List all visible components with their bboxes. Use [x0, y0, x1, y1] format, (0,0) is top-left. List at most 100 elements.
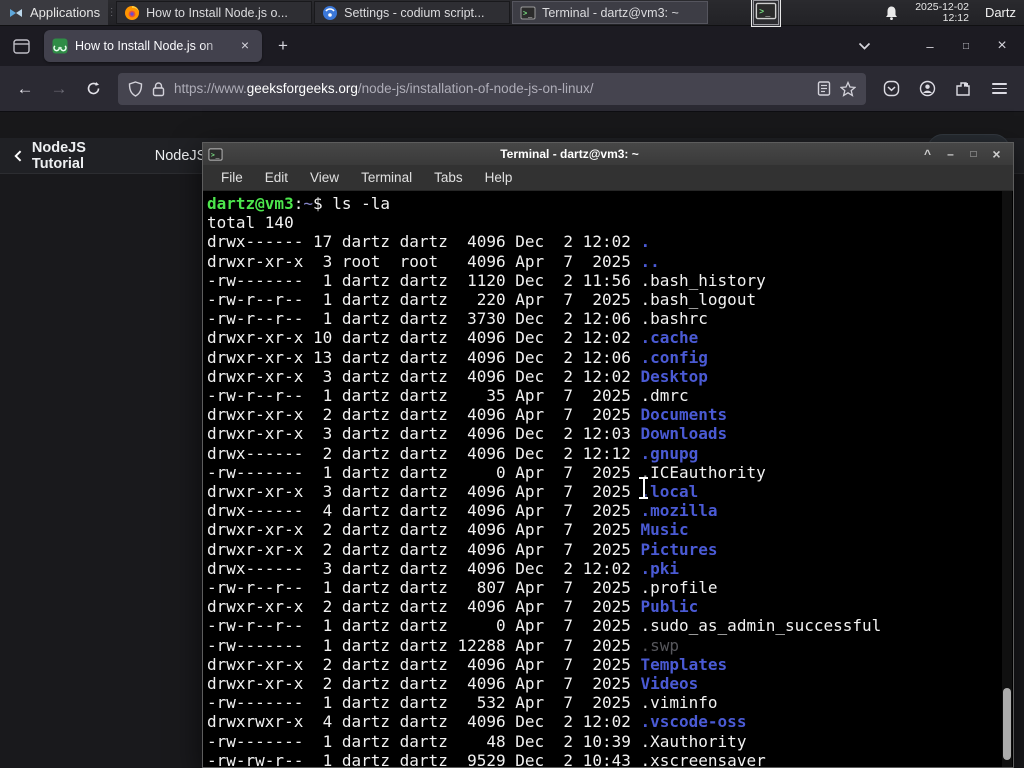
terminal-line: drwxr-xr-x 2 dartz dartz 4096 Apr 7 2025…: [207, 405, 728, 425]
file-name: .bash_history: [640, 270, 766, 290]
file-name: .config: [640, 347, 708, 367]
workspace-terminal-indicator[interactable]: > _: [751, 0, 782, 27]
file-name: .pki: [640, 558, 680, 578]
terminal-menu-help[interactable]: Help: [475, 167, 523, 188]
terminal-menu-view[interactable]: View: [300, 167, 349, 188]
ls-output: drwx------ 17 dartz dartz 4096 Dec 2 12:…: [207, 232, 1013, 767]
lock-icon[interactable]: [152, 81, 165, 97]
terminal-title: Terminal - dartz@vm3: ~: [500, 147, 639, 161]
file-name: .swp: [640, 635, 680, 655]
terminal-line: drwxr-xr-x 2 dartz dartz 4096 Apr 7 2025…: [207, 597, 699, 617]
terminal-command: ls -la: [332, 194, 391, 213]
bookmark-star-icon[interactable]: [840, 80, 856, 97]
taskbar-window-firefox[interactable]: How to Install Node.js o...: [116, 1, 313, 24]
file-name: Music: [640, 520, 689, 540]
terminal-line: drwx------ 3 dartz dartz 4096 Dec 2 12:0…: [207, 558, 680, 578]
user-menu[interactable]: Dartz: [985, 5, 1016, 20]
notifications-bell-icon[interactable]: [884, 5, 899, 21]
shield-icon[interactable]: [128, 80, 143, 97]
account-button[interactable]: [912, 74, 942, 104]
file-name: Templates: [640, 654, 728, 674]
file-name: .dmrc: [640, 386, 689, 406]
codium-icon: [323, 5, 338, 20]
taskbar-window-title: How to Install Node.js o...: [146, 5, 288, 20]
window-maximize-button[interactable]: □: [950, 33, 982, 59]
window-close-button[interactable]: ×: [986, 33, 1018, 59]
terminal-line: drwxr-xr-x 2 dartz dartz 4096 Apr 7 2025…: [207, 520, 689, 540]
terminal-shade-button[interactable]: ^: [916, 147, 939, 161]
terminal-titlebar[interactable]: > _ Terminal - dartz@vm3: ~ ^ – □ ×: [203, 143, 1013, 165]
terminal-scrollbar[interactable]: [1002, 191, 1012, 767]
hamburger-menu-icon: [991, 83, 1007, 94]
browser-toolbar: ← → https://www.geeksforgeeks.org/node-j…: [0, 66, 1024, 112]
panel-clock[interactable]: 2025-12-02 12:12: [915, 1, 969, 24]
file-name: Desktop: [640, 366, 708, 386]
svg-text:>: >: [523, 10, 527, 18]
terminal-output[interactable]: dartz@vm3:~$ ls -la total 140 drwx------…: [203, 191, 1013, 767]
terminal-line: -rw-r--r-- 1 dartz dartz 220 Apr 7 2025 …: [207, 290, 757, 310]
file-name: .local: [640, 482, 699, 502]
file-name: Downloads: [640, 424, 728, 444]
applications-label: Applications: [30, 5, 101, 20]
file-name: .cache: [640, 328, 699, 348]
terminal-close-button[interactable]: ×: [985, 146, 1008, 162]
file-name: Documents: [640, 405, 728, 425]
file-name: .vscode-oss: [640, 712, 747, 732]
applications-menu-button[interactable]: Applications: [0, 0, 109, 25]
taskbar-window-terminal[interactable]: > _ Terminal - dartz@vm3: ~: [512, 1, 709, 24]
terminal-scrollbar-thumb[interactable]: [1003, 688, 1011, 760]
menu-button[interactable]: [984, 74, 1014, 104]
file-name: ..: [640, 251, 660, 271]
site-nav-back-label: NodeJS Tutorial: [31, 139, 86, 172]
url-bar[interactable]: https://www.geeksforgeeks.org/node-js/in…: [118, 72, 866, 105]
browser-tab[interactable]: How to Install Node.js on ×: [44, 30, 262, 62]
terminal-total-line: total 140: [207, 213, 294, 233]
desktop-panel: Applications ⋮ How to Install Node.js o.…: [0, 0, 1024, 27]
terminal-maximize-button[interactable]: □: [962, 149, 985, 160]
account-icon: [919, 80, 935, 97]
list-all-tabs-button[interactable]: [848, 33, 880, 59]
url-text: https://www.geeksforgeeks.org/node-js/in…: [174, 81, 594, 96]
firefox-icon: [125, 5, 140, 20]
terminal-line: drwxr-xr-x 13 dartz dartz 4096 Dec 2 12:…: [207, 347, 708, 367]
terminal-menu-tabs[interactable]: Tabs: [424, 167, 473, 188]
tab-close-icon[interactable]: ×: [236, 37, 254, 55]
panel-separator: ⋮: [106, 7, 117, 18]
extensions-button[interactable]: [948, 74, 978, 104]
clock-time: 12:12: [942, 11, 969, 24]
taskbar-window-title: Settings - codium script...: [344, 5, 485, 20]
reload-button[interactable]: [78, 74, 108, 104]
reader-mode-icon[interactable]: [817, 81, 831, 96]
xfce-logo-icon: [10, 8, 22, 17]
firefox-view-button[interactable]: [6, 32, 36, 60]
taskbar-window-title: Terminal - dartz@vm3: ~: [542, 5, 679, 20]
terminal-line: drwxr-xr-x 2 dartz dartz 4096 Apr 7 2025…: [207, 674, 699, 694]
terminal-menu-edit[interactable]: Edit: [255, 167, 298, 188]
terminal-line: drwx------ 17 dartz dartz 4096 Dec 2 12:…: [207, 232, 651, 252]
new-tab-button[interactable]: +: [268, 32, 298, 60]
svg-text:_: _: [764, 9, 770, 18]
terminal-menu-terminal[interactable]: Terminal: [351, 167, 422, 188]
terminal-menubar: File Edit View Terminal Tabs Help: [203, 165, 1013, 191]
file-name: .profile: [640, 578, 718, 598]
pocket-button[interactable]: [876, 74, 906, 104]
back-button[interactable]: ←: [10, 74, 40, 104]
file-name: .sudo_as_admin_successful: [640, 616, 882, 636]
file-name: .: [640, 232, 651, 252]
terminal-line: -rw-r--r-- 1 dartz dartz 0 Apr 7 2025 .s…: [207, 616, 882, 636]
taskbar-window-codium[interactable]: Settings - codium script...: [314, 1, 511, 24]
reload-icon: [87, 82, 99, 95]
terminal-line: drwxrwxr-x 4 dartz dartz 4096 Dec 2 12:0…: [207, 712, 747, 732]
file-name: .viminfo: [640, 693, 718, 713]
terminal-line: -rw------- 1 dartz dartz 48 Dec 2 10:39 …: [207, 731, 747, 751]
terminal-line: drwxr-xr-x 3 dartz dartz 4096 Apr 7 2025…: [207, 482, 699, 502]
chevron-down-icon: [858, 42, 870, 50]
window-minimize-button[interactable]: –: [914, 33, 946, 59]
terminal-minimize-button[interactable]: –: [939, 147, 962, 161]
file-name: Public: [640, 597, 699, 617]
firefox-view-icon: [12, 38, 30, 54]
forward-button[interactable]: →: [44, 74, 74, 104]
terminal-line: drwxr-xr-x 3 root root 4096 Apr 7 2025 .…: [207, 251, 660, 271]
site-nav-back[interactable]: NodeJS Tutorial: [14, 140, 129, 172]
terminal-menu-file[interactable]: File: [211, 167, 253, 188]
